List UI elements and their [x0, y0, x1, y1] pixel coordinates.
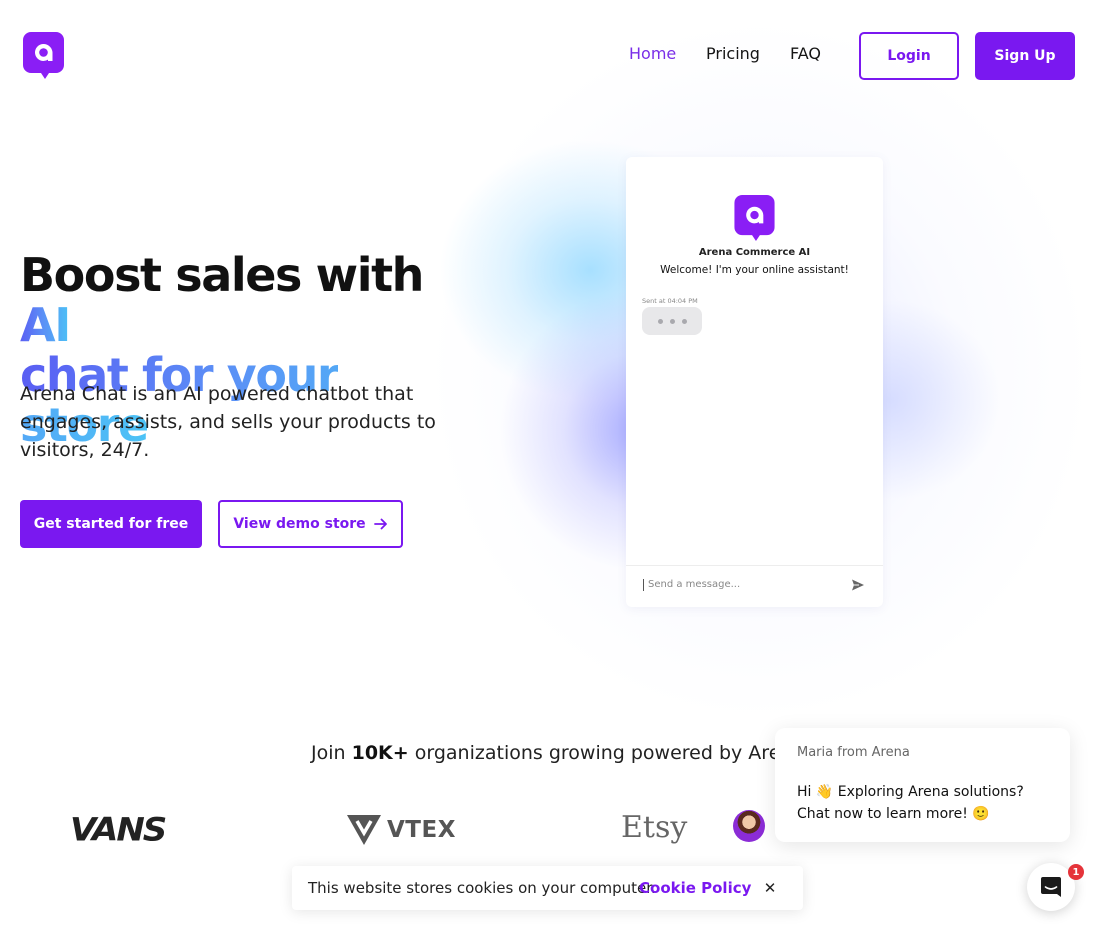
chat-welcome-message: Welcome! I'm your online assistant! — [660, 264, 849, 276]
unread-count-badge: 1 — [1068, 864, 1084, 880]
vtex-wordmark: VTEX — [387, 817, 456, 843]
chat-bot-name: Arena Commerce AI — [698, 247, 811, 258]
login-button[interactable]: Login — [859, 32, 959, 80]
hero-subtitle: Arena Chat is an AI powered chatbot that… — [20, 383, 436, 461]
messenger-sender: Maria from Arena — [797, 745, 910, 760]
vans-logo: VANS — [70, 811, 167, 849]
close-icon[interactable]: ✕ — [762, 879, 778, 897]
vtex-logo: VTEX — [345, 813, 456, 847]
arena-chat-logo-icon — [734, 195, 775, 241]
signup-button[interactable]: Sign Up — [975, 32, 1075, 80]
cookie-policy-link[interactable]: Cookie Policy — [639, 879, 751, 897]
cookie-banner: This website stores cookies on your comp… — [292, 866, 803, 910]
chat-preview-widget: Arena Commerce AI Welcome! I'm your onli… — [626, 157, 883, 607]
chat-message-input[interactable]: Send a message... — [643, 579, 740, 591]
hero-title-ai: AI — [20, 298, 71, 352]
social-proof-heading: Join 10K+ organizations growing powered … — [311, 742, 804, 764]
social-proof-suffix: organizations growing powered by Arena — [414, 742, 805, 764]
social-proof-prefix: Join — [311, 742, 346, 764]
etsy-logo: Etsy — [621, 810, 688, 845]
vtex-mark-icon — [347, 815, 381, 845]
nav-pricing[interactable]: Pricing — [706, 44, 760, 66]
arrow-right-icon — [373, 518, 387, 530]
chat-bubble-icon — [1041, 877, 1061, 897]
cookie-text: This website stores cookies on your comp… — [308, 879, 656, 897]
chat-divider — [626, 565, 883, 566]
typing-indicator — [642, 307, 702, 335]
get-started-button[interactable]: Get started for free — [20, 500, 202, 548]
agent-avatar[interactable] — [733, 810, 765, 842]
chat-sent-timestamp: Sent at 04:04 PM — [642, 297, 698, 305]
nav-faq[interactable]: FAQ — [790, 44, 821, 66]
messenger-popup[interactable]: Maria from Arena Hi 👋 Exploring Arena so… — [775, 728, 1070, 842]
arena-logo-icon[interactable] — [23, 32, 64, 79]
messenger-message: Hi 👋 Exploring Arena solutions? Chat now… — [797, 784, 1024, 822]
send-icon[interactable] — [851, 578, 865, 592]
view-demo-store-button[interactable]: View demo store — [218, 500, 403, 548]
hero-title-plain: Boost sales with — [20, 248, 424, 302]
social-proof-count: 10K+ — [351, 742, 409, 764]
view-demo-store-label: View demo store — [233, 516, 366, 532]
nav-home[interactable]: Home — [629, 44, 676, 66]
